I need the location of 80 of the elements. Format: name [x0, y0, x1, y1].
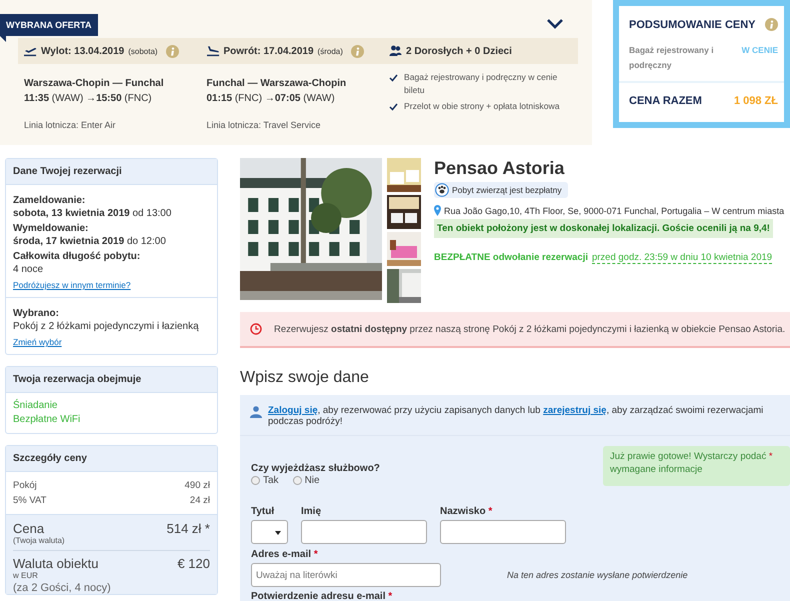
feature-text: Przelot w obie strony + opłata lotniskowa [404, 100, 560, 113]
detail-value: środa, 17 kwietnia 2019 do 12:00 [13, 236, 167, 247]
alert-text: Rezerwujesz ostatni dostępny przez naszą stronę Pokój z 2 łóżkami pojedynczymi i łazienką w obiekcie Pensao Astoria. [274, 324, 786, 334]
field-label: Adres e-mail * [251, 549, 319, 560]
detail-label: Zameldowanie: [13, 195, 86, 206]
price-total-label: Cena [13, 521, 44, 536]
paw-icon [435, 183, 449, 197]
hotel-address: Rua João Gago,10, 4Th Floor, Se, 9000-071 Funchal, Portugalia – W centrum miasta [444, 206, 784, 216]
airline-label: Linia lotnicza: Enter Air [24, 120, 117, 130]
passengers-label: 2 Dorosłych + 0 Dzieci [406, 46, 512, 56]
radio-option[interactable]: Nie [292, 475, 320, 486]
email-note: Na ten adres zostanie wysłane potwierdzenie [507, 570, 688, 580]
price-value: 490 zł [184, 480, 210, 491]
pets-badge: Pobyt zwierząt jest bezpłatny [434, 182, 568, 198]
included-item: Śniadanie [13, 399, 58, 413]
summary-title: PODSUMOWANIE CENY [629, 18, 756, 30]
clock-icon [250, 323, 262, 335]
required-info-hint: Już prawie gotowe! Wystarczy podać * wymagane informacje [603, 446, 790, 486]
summary-item-value: W CENIE [742, 44, 778, 57]
hotel-name: Pensao Astoria [434, 158, 566, 179]
radio-option[interactable]: Tak [251, 475, 279, 486]
price-label: Pokój [13, 480, 37, 491]
field-label: Potwierdzenie adresu e-mail * [250, 591, 394, 601]
chevron-down-icon[interactable] [546, 18, 564, 30]
free-cancellation-label: BEZPŁATNE odwołanie rezerwacji [434, 252, 588, 264]
detail-value: sobota, 13 kwietnia 2019 od 13:00 [13, 208, 172, 219]
currency-note: w EUR [13, 571, 39, 580]
airline-label: Linia lotnicza: Travel Service [206, 120, 322, 130]
included-item: Bezpłatne WiFi [13, 413, 82, 427]
change-selection-link[interactable]: Zmień wybór [13, 337, 62, 347]
form-heading: Wpisz swoje dane [240, 369, 370, 387]
total-label: CENA RAZEM [629, 95, 702, 107]
stay-note: (za 2 Gości, 4 nocy) [13, 582, 112, 594]
detail-value: 4 noce [13, 264, 44, 275]
login-link[interactable]: Zaloguj się [268, 405, 318, 416]
location-rating-note: Ten obiekt położony jest w doskonałej lokalizacji. Goście ocenili ją na 9,4! [434, 219, 773, 238]
flight-day: (środa) [318, 46, 343, 56]
check-icon [389, 103, 398, 111]
people-icon [389, 45, 402, 57]
login-prompt: Zaloguj się, aby rezerwować przy użyciu zapisanych danych lub zarejestruj się, aby zarządzać swoimi rezerwacjami podczas podróży! [268, 405, 764, 427]
currency-note: (Twoja waluta) [13, 536, 65, 545]
detail-label: Całkowita długość pobytu: [13, 251, 142, 262]
field-label: Imię [301, 506, 322, 517]
feature-text: Bagaż rejestrowany i podręczny w cenie biletu [404, 71, 558, 97]
plane-takeoff-icon [24, 45, 37, 57]
flight-route: Funchal — Warszawa-Chopin [206, 78, 348, 89]
property-price-value: € 120 [177, 556, 210, 573]
property-currency-label: Waluta obiektu [13, 556, 99, 571]
input-field[interactable] [301, 520, 427, 544]
input-field[interactable] [440, 520, 566, 544]
cancellation-terms[interactable]: przed godz. 23:59 w dniu 10 kwietnia 2019 [592, 252, 772, 264]
card-title: Szczegóły ceny [6, 446, 217, 472]
business-trip-question: Czy wyjeżdżasz służbowo? [251, 463, 380, 474]
flight-date: Wylot: 13.04.2019 [41, 46, 124, 56]
field-label: Nazwisko * [440, 506, 494, 517]
flight-day: (sobota) [128, 46, 158, 56]
offer-badge: WYBRANA OFERTA [0, 14, 98, 36]
price-label: 5% VAT [13, 495, 46, 506]
total-price: 1 098 ZŁ [734, 95, 778, 107]
plane-landing-icon [206, 45, 220, 57]
summary-item-label: Bagaż rejestrowany i podręczny [629, 44, 715, 72]
flight-times: 11:35 (WAW) →15:50 (FNC) [24, 93, 153, 104]
email-field[interactable]: Uważaj na literówki [251, 563, 441, 587]
check-icon [389, 74, 398, 82]
caret-icon [275, 531, 281, 535]
field-label: Tytuł [251, 506, 276, 517]
register-link[interactable]: zarejestruj się [543, 405, 606, 416]
price-value: 24 zł [190, 495, 210, 506]
flight-route: Warszawa-Chopin — Funchal [24, 78, 165, 89]
card-title: Twoja rezerwacja obejmuje [6, 367, 217, 393]
location-pin-icon [434, 205, 441, 216]
card-title: Dane Twojej rezerwacji [6, 159, 217, 185]
detail-value: Pokój z 2 łóżkami pojedynczymi i łazienką [13, 321, 200, 332]
flight-times: 01:15 (FNC) →07:05 (WAW) [206, 93, 336, 104]
user-icon [250, 406, 262, 418]
flight-date: Powrót: 17.04.2019 [224, 46, 314, 56]
detail-label: Wybrano: [13, 308, 60, 319]
price-total-value: 514 zł * [166, 521, 210, 538]
detail-label: Wymeldowanie: [13, 223, 90, 234]
change-dates-link[interactable]: Podróżujesz w innym terminie? [13, 280, 131, 290]
